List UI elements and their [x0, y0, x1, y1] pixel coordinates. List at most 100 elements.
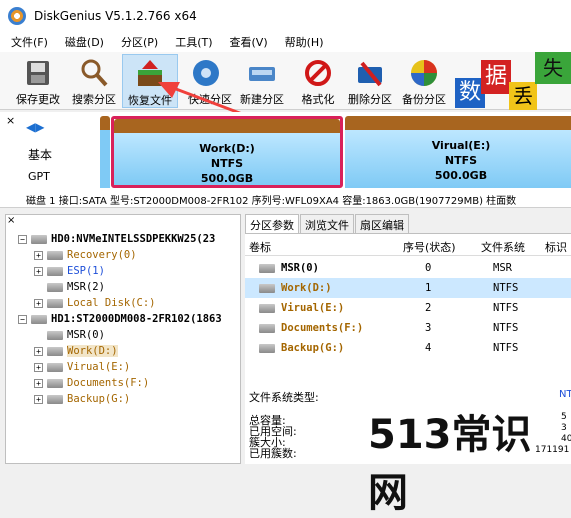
tree-item[interactable]: + Backup(G:)	[34, 391, 130, 407]
banner-char-2: 据	[481, 60, 511, 94]
partition-name: Virual(E:)	[431, 139, 491, 152]
cell-number: 3	[425, 322, 432, 334]
cell-label: Backup(G:)	[281, 342, 345, 354]
drive-icon	[47, 346, 63, 356]
format-icon	[302, 57, 334, 89]
tree-item[interactable]: MSR(0)	[34, 327, 105, 343]
delete-icon	[354, 57, 386, 89]
expand-toggle-icon[interactable]: +	[34, 266, 43, 276]
delete-partition-button[interactable]: 删除分区	[342, 54, 398, 108]
backup-partition-button[interactable]: 备份分区	[396, 54, 452, 108]
tree-item[interactable]: + Local Disk(C:)	[34, 295, 156, 311]
drive-icon	[47, 362, 63, 372]
disk-nav: ◀▶	[26, 120, 44, 134]
partition-block-small[interactable]	[100, 116, 110, 188]
tree-item[interactable]: − HD0:NVMeINTELSSDPEKKW25(23	[18, 231, 215, 247]
menu-disk[interactable]: 磁盘(D)	[59, 34, 110, 50]
banner-char-4: 失	[535, 52, 571, 84]
tree-item[interactable]: + Work(D:)	[34, 343, 118, 359]
cell-number: 2	[425, 302, 432, 314]
table-row[interactable]: Virual(E:) 2 NTFS	[245, 298, 571, 318]
expand-toggle-icon[interactable]: +	[34, 362, 43, 372]
nav-left-icon[interactable]: ◀	[26, 120, 35, 134]
table-row[interactable]: Backup(G:) 4 NTFS	[245, 338, 571, 358]
expand-toggle-icon[interactable]: −	[18, 314, 27, 324]
close-icon[interactable]: ×	[6, 114, 15, 127]
expand-toggle-icon[interactable]: +	[34, 378, 43, 388]
col-id[interactable]: 标识	[545, 239, 567, 255]
tree-item[interactable]: + Virual(E:)	[34, 359, 130, 375]
partition-style: GPT	[28, 170, 50, 183]
search-partition-button[interactable]: 搜索分区	[66, 54, 122, 108]
col-label[interactable]: 卷标	[249, 239, 271, 255]
partition-fs: NTFS	[210, 157, 244, 170]
expand-toggle-icon	[34, 283, 43, 292]
cell-label: Virual(E:)	[281, 302, 345, 314]
disk-tree: × − HD0:NVMeINTELSSDPEKKW25(23 + Recovery(0…	[5, 214, 241, 464]
expand-toggle-icon[interactable]: +	[34, 394, 43, 404]
menu-bar: 文件(F) 磁盘(D) 分区(P) 工具(T) 查看(V) 帮助(H)	[0, 32, 571, 52]
partition-size: 500.0GB	[200, 172, 254, 185]
delete-partition-label: 删除分区	[348, 93, 392, 106]
menu-view[interactable]: 查看(V)	[224, 34, 274, 50]
save-changes-label: 保存更改	[16, 93, 60, 106]
expand-toggle-icon[interactable]: +	[34, 250, 43, 260]
menu-partition[interactable]: 分区(P)	[115, 34, 164, 50]
menu-help[interactable]: 帮助(H)	[279, 34, 330, 50]
tree-item-label: Work(D:)	[67, 345, 118, 357]
tree-item-label: Backup(G:)	[67, 393, 131, 405]
tree-item[interactable]: + Recovery(0)	[34, 247, 137, 263]
search-partition-label: 搜索分区	[72, 93, 116, 106]
tab-browse-files[interactable]: 浏览文件	[300, 214, 354, 233]
partition-size: 500.0GB	[434, 169, 488, 182]
cell-label: Documents(F:)	[281, 322, 364, 334]
app-logo-icon	[8, 7, 26, 25]
close-icon[interactable]: ×	[7, 215, 15, 226]
cell-filesystem: NTFS	[493, 342, 519, 354]
tab-partition-params[interactable]: 分区参数	[245, 214, 299, 233]
disk-type: 基本	[28, 148, 53, 162]
partition-block-virual[interactable]: Virual(E:) NTFS 500.0GB	[345, 116, 571, 188]
cell-label: MSR(0)	[281, 262, 319, 274]
drive-icon	[47, 250, 63, 260]
table-row[interactable]: Work(D:) 1 NTFS	[245, 278, 571, 298]
table-row[interactable]: Documents(F:) 3 NTFS	[245, 318, 571, 338]
banner-char-3: 丢	[509, 82, 537, 110]
title-bar: DiskGenius V5.1.2.766 x64	[0, 0, 571, 32]
menu-file[interactable]: 文件(F)	[5, 34, 54, 50]
expand-toggle-icon[interactable]: −	[18, 234, 27, 244]
window-title: DiskGenius V5.1.2.766 x64	[34, 9, 197, 23]
tree-item-label: ESP(1)	[67, 265, 105, 277]
drive-icon	[47, 394, 63, 404]
tree-item[interactable]: + ESP(1)	[34, 263, 105, 279]
tree-item-label: Documents(F:)	[67, 377, 150, 389]
property-label: 已用簇数:	[249, 447, 297, 460]
expand-toggle-icon[interactable]: +	[34, 346, 43, 356]
tab-sector-edit[interactable]: 扇区编辑	[355, 214, 409, 233]
tree-item[interactable]: + Documents(F:)	[34, 375, 149, 391]
expand-toggle-icon[interactable]: +	[34, 298, 43, 308]
backup-icon	[408, 57, 440, 89]
partition-block-work[interactable]: Work(D:) NTFS 500.0GB	[111, 116, 343, 188]
menu-tools[interactable]: 工具(T)	[169, 34, 218, 50]
tree-item[interactable]: MSR(2)	[34, 279, 105, 295]
tree-item-label: Local Disk(C:)	[67, 297, 156, 309]
col-number[interactable]: 序号(状态)	[403, 239, 456, 255]
table-row[interactable]: MSR(0) 0 MSR	[245, 258, 571, 278]
watermark: 513常识网	[368, 412, 532, 516]
cell-filesystem: NTFS	[493, 322, 519, 334]
disk-map: × ◀▶ 基本 GPT Work(D:) NTFS 500.0GB Virual…	[0, 112, 571, 208]
nav-right-icon[interactable]: ▶	[35, 120, 44, 134]
cell-filesystem: MSR	[493, 262, 512, 274]
save-changes-button[interactable]: 保存更改	[10, 54, 66, 108]
col-filesystem[interactable]: 文件系统	[481, 239, 525, 255]
drive-icon	[259, 284, 275, 293]
cell-number: 0	[425, 262, 432, 274]
fs-type-value: NT	[559, 389, 571, 400]
tree-item-label: HD0:NVMeINTELSSDPEKKW25(23	[51, 233, 216, 245]
drive-icon	[259, 344, 275, 353]
table-header: 卷标 序号(状态) 文件系统 标识	[245, 236, 571, 256]
tree-item-label: MSR(2)	[67, 281, 105, 293]
cell-label: Work(D:)	[281, 282, 332, 294]
tree-item[interactable]: − HD1:ST2000DM008-2FR102(1863	[18, 311, 222, 327]
